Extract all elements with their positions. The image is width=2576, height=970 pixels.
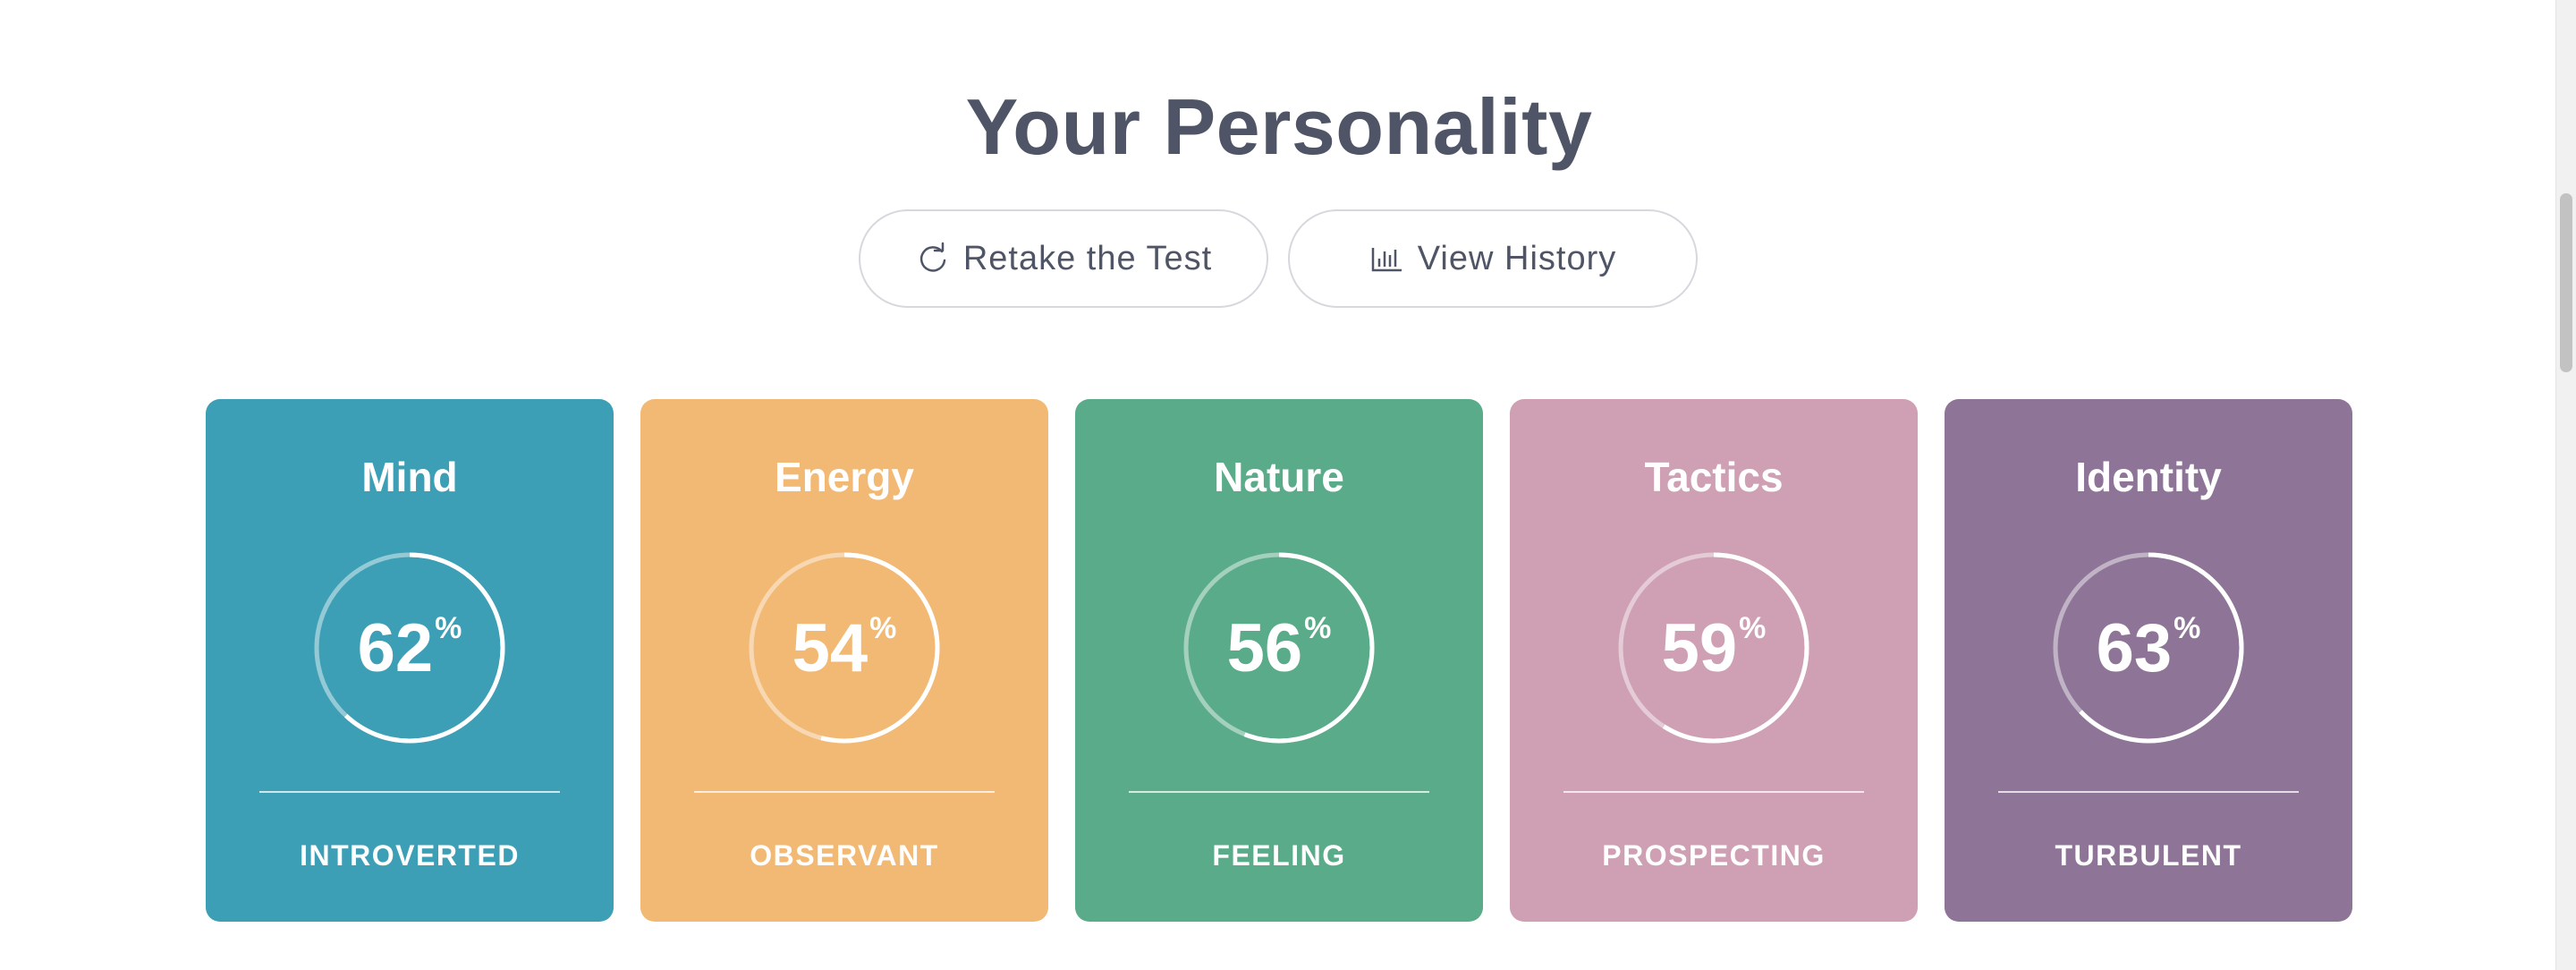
percent-sign: % [869,610,897,645]
percent-sign: % [1739,610,1767,645]
card-identity[interactable]: Identity 63% TURBULENT [1945,399,2352,922]
action-buttons: Retake the Test View History [859,209,1698,308]
card-divider [1998,791,2299,793]
percent-ring: 54% [746,549,943,746]
percent-value: 56% [1181,549,1377,746]
retake-test-button[interactable]: Retake the Test [859,209,1268,308]
vertical-scrollbar[interactable] [2555,0,2576,970]
percent-sign: % [435,610,462,645]
scrollbar-thumb[interactable] [2560,193,2572,372]
percent-ring: 63% [2050,549,2247,746]
percent-number: 62 [357,609,434,686]
page-title: Your Personality [965,82,1593,171]
card-divider [1129,791,1429,793]
percent-number: 63 [2096,609,2173,686]
view-history-button[interactable]: View History [1288,209,1698,308]
card-mind[interactable]: Mind 62% INTROVERTED [206,399,614,922]
card-trait: FEELING [1212,839,1346,872]
personality-page: Your Personality Retake the Test View Hi… [0,0,2576,970]
percent-number: 59 [1661,609,1738,686]
percent-ring: 59% [1615,549,1812,746]
card-divider [259,791,560,793]
card-trait: OBSERVANT [750,839,939,872]
card-title: Nature [1214,454,1344,500]
card-divider [694,791,995,793]
card-title: Identity [2075,454,2222,500]
percent-number: 54 [792,609,869,686]
percent-value: 54% [746,549,943,746]
card-title: Tactics [1644,454,1784,500]
trait-cards: Mind 62% INTROVERTED Energy 54% OBSERVAN… [206,399,2352,922]
bar-chart-icon [1369,241,1405,277]
card-title: Mind [361,454,458,500]
card-nature[interactable]: Nature 56% FEELING [1075,399,1483,922]
card-title: Energy [775,454,914,500]
percent-number: 56 [1226,609,1303,686]
card-tactics[interactable]: Tactics 59% PROSPECTING [1510,399,1918,922]
percent-value: 59% [1615,549,1812,746]
retake-test-label: Retake the Test [962,239,1213,277]
card-trait: TURBULENT [2055,839,2242,872]
percent-value: 62% [311,549,508,746]
percent-ring: 62% [311,549,508,746]
view-history-label: View History [1417,239,1617,277]
card-trait: INTROVERTED [300,839,520,872]
card-energy[interactable]: Energy 54% OBSERVANT [640,399,1048,922]
percent-sign: % [1304,610,1332,645]
refresh-icon [915,241,951,277]
card-trait: PROSPECTING [1602,839,1826,872]
card-divider [1563,791,1864,793]
percent-value: 63% [2050,549,2247,746]
percent-sign: % [2174,610,2201,645]
percent-ring: 56% [1181,549,1377,746]
